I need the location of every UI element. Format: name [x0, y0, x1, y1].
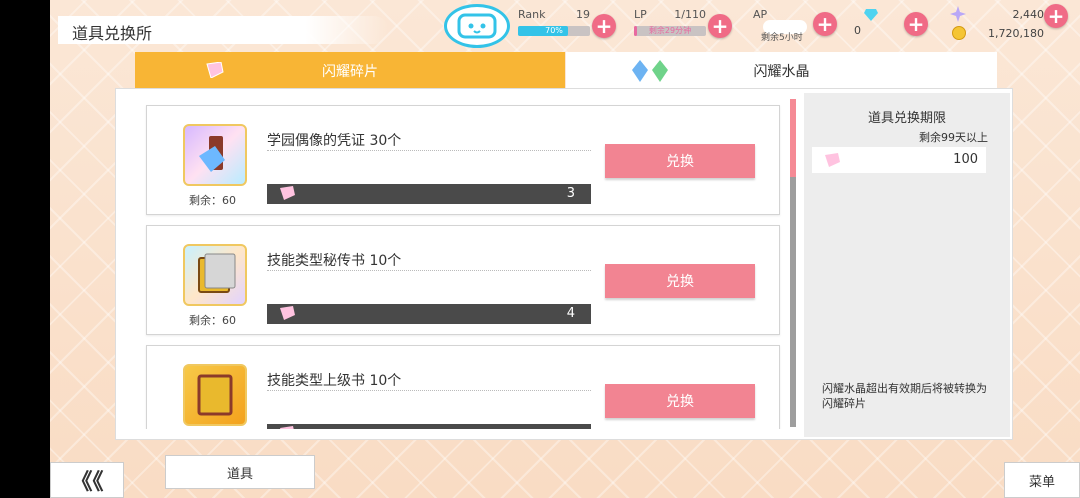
rank-plus-button[interactable]: + — [592, 14, 616, 38]
ap-stat: AP 剩余5小时 — [753, 8, 813, 43]
gold-count: 1,720,180 — [988, 27, 1044, 40]
list-item: 剩余：60 技能类型秘传书 10个 4 兑换 — [146, 225, 780, 335]
divider — [267, 390, 591, 391]
pink-gem-icon — [277, 306, 297, 324]
star-gem-plus-button[interactable]: + — [1044, 4, 1068, 28]
diamond-icon — [864, 6, 878, 21]
cost-bar — [267, 424, 591, 429]
info-note: 闪耀水晶超出有效期后将被转换为闪耀碎片 — [822, 382, 987, 410]
tab-shining-fragment[interactable]: 闪耀碎片 — [135, 52, 565, 90]
page-title: 道具兑换所 — [72, 24, 153, 43]
item-name: 技能类型秘传书 10个 — [267, 253, 402, 269]
pink-gem-icon — [277, 426, 297, 429]
lp-value: 1/110 — [674, 8, 706, 21]
exchange-button[interactable]: 兑换 — [605, 384, 755, 418]
item-list: 剩余：60 学园偶像的凭证 30个 3 兑换 剩余：60 技能类型秘传书 10个 — [116, 89, 796, 429]
stage: 道具兑换所 Rank 19 70% + LP 1/110 剩余29分钟 + AP… — [50, 0, 1080, 498]
tab-shining-crystal[interactable]: 闪耀水晶 — [566, 52, 997, 90]
diamond-plus-button[interactable]: + — [904, 12, 928, 36]
rank-stat: Rank 19 70% — [518, 8, 590, 40]
lp-bar-text: 剩余29分钟 — [648, 26, 692, 35]
rank-bar-text: 70% — [545, 26, 563, 35]
pink-gem-icon — [277, 186, 297, 204]
item-name: 学园偶像的凭证 30个 — [267, 133, 402, 149]
list-item: 剩余：60 学园偶像的凭证 30个 3 兑换 — [146, 105, 780, 215]
lp-plus-button[interactable]: + — [708, 14, 732, 38]
star-gem-icon — [950, 6, 966, 22]
menu-button[interactable]: 菜单 — [1004, 462, 1080, 498]
rank-value: 19 — [576, 8, 590, 21]
lp-stat: LP 1/110 剩余29分钟 — [634, 8, 706, 40]
fragment-balance: 100 — [812, 147, 986, 173]
tab-items[interactable]: 道具 — [165, 455, 315, 489]
cost-bar: 4 — [267, 304, 591, 324]
rank-label: Rank — [518, 8, 546, 21]
tab-label: 闪耀碎片 — [322, 64, 378, 80]
info-remain: 剩余99天以上 — [919, 131, 988, 144]
divider — [267, 270, 591, 271]
info-title: 道具兑换期限 — [867, 111, 946, 126]
pink-gem-icon — [203, 61, 225, 82]
rank-bar: 70% — [518, 26, 590, 36]
blue-green-crystal-icon — [630, 60, 672, 86]
skill-advanced-book-icon — [183, 364, 247, 426]
gold-coin-icon — [952, 26, 966, 40]
ap-label: AP — [753, 8, 768, 21]
divider — [267, 150, 591, 151]
idol-certificate-icon — [183, 124, 247, 186]
exchange-panel: 剩余：60 学园偶像的凭证 30个 3 兑换 剩余：60 技能类型秘传书 10个 — [115, 88, 1013, 440]
lp-bar: 剩余29分钟 — [634, 26, 706, 36]
exchange-button[interactable]: 兑换 — [605, 264, 755, 298]
remain-text: 剩余：60 — [189, 194, 236, 207]
logo-icon — [444, 4, 510, 48]
scrollbar-thumb[interactable] — [790, 99, 796, 177]
back-button[interactable]: 《《 — [50, 462, 124, 498]
list-item: 技能类型上级书 10个 兑换 — [146, 345, 780, 429]
scrollbar[interactable] — [790, 99, 796, 427]
cost-bar: 3 — [267, 184, 591, 204]
skill-secret-book-icon — [183, 244, 247, 306]
remain-text: 剩余：60 — [189, 314, 236, 327]
fragment-amount: 100 — [953, 152, 978, 167]
item-name: 技能类型上级书 10个 — [267, 373, 402, 389]
lp-label: LP — [634, 8, 647, 21]
info-panel: 道具兑换期限 剩余99天以上 100 闪耀水晶超出有效期后将被转换为闪耀碎片 — [804, 93, 1010, 437]
cost-value: 4 — [566, 306, 575, 321]
cost-value: 3 — [566, 186, 575, 201]
diamond-count: 0 — [854, 24, 861, 37]
ap-plus-button[interactable]: + — [813, 12, 837, 36]
ap-sub: 剩余5小时 — [761, 33, 803, 43]
pink-gem-icon — [822, 152, 842, 171]
tab-label: 闪耀水晶 — [753, 63, 810, 80]
exchange-button[interactable]: 兑换 — [605, 144, 755, 178]
star-gem-count: 2,440 — [1012, 8, 1045, 21]
